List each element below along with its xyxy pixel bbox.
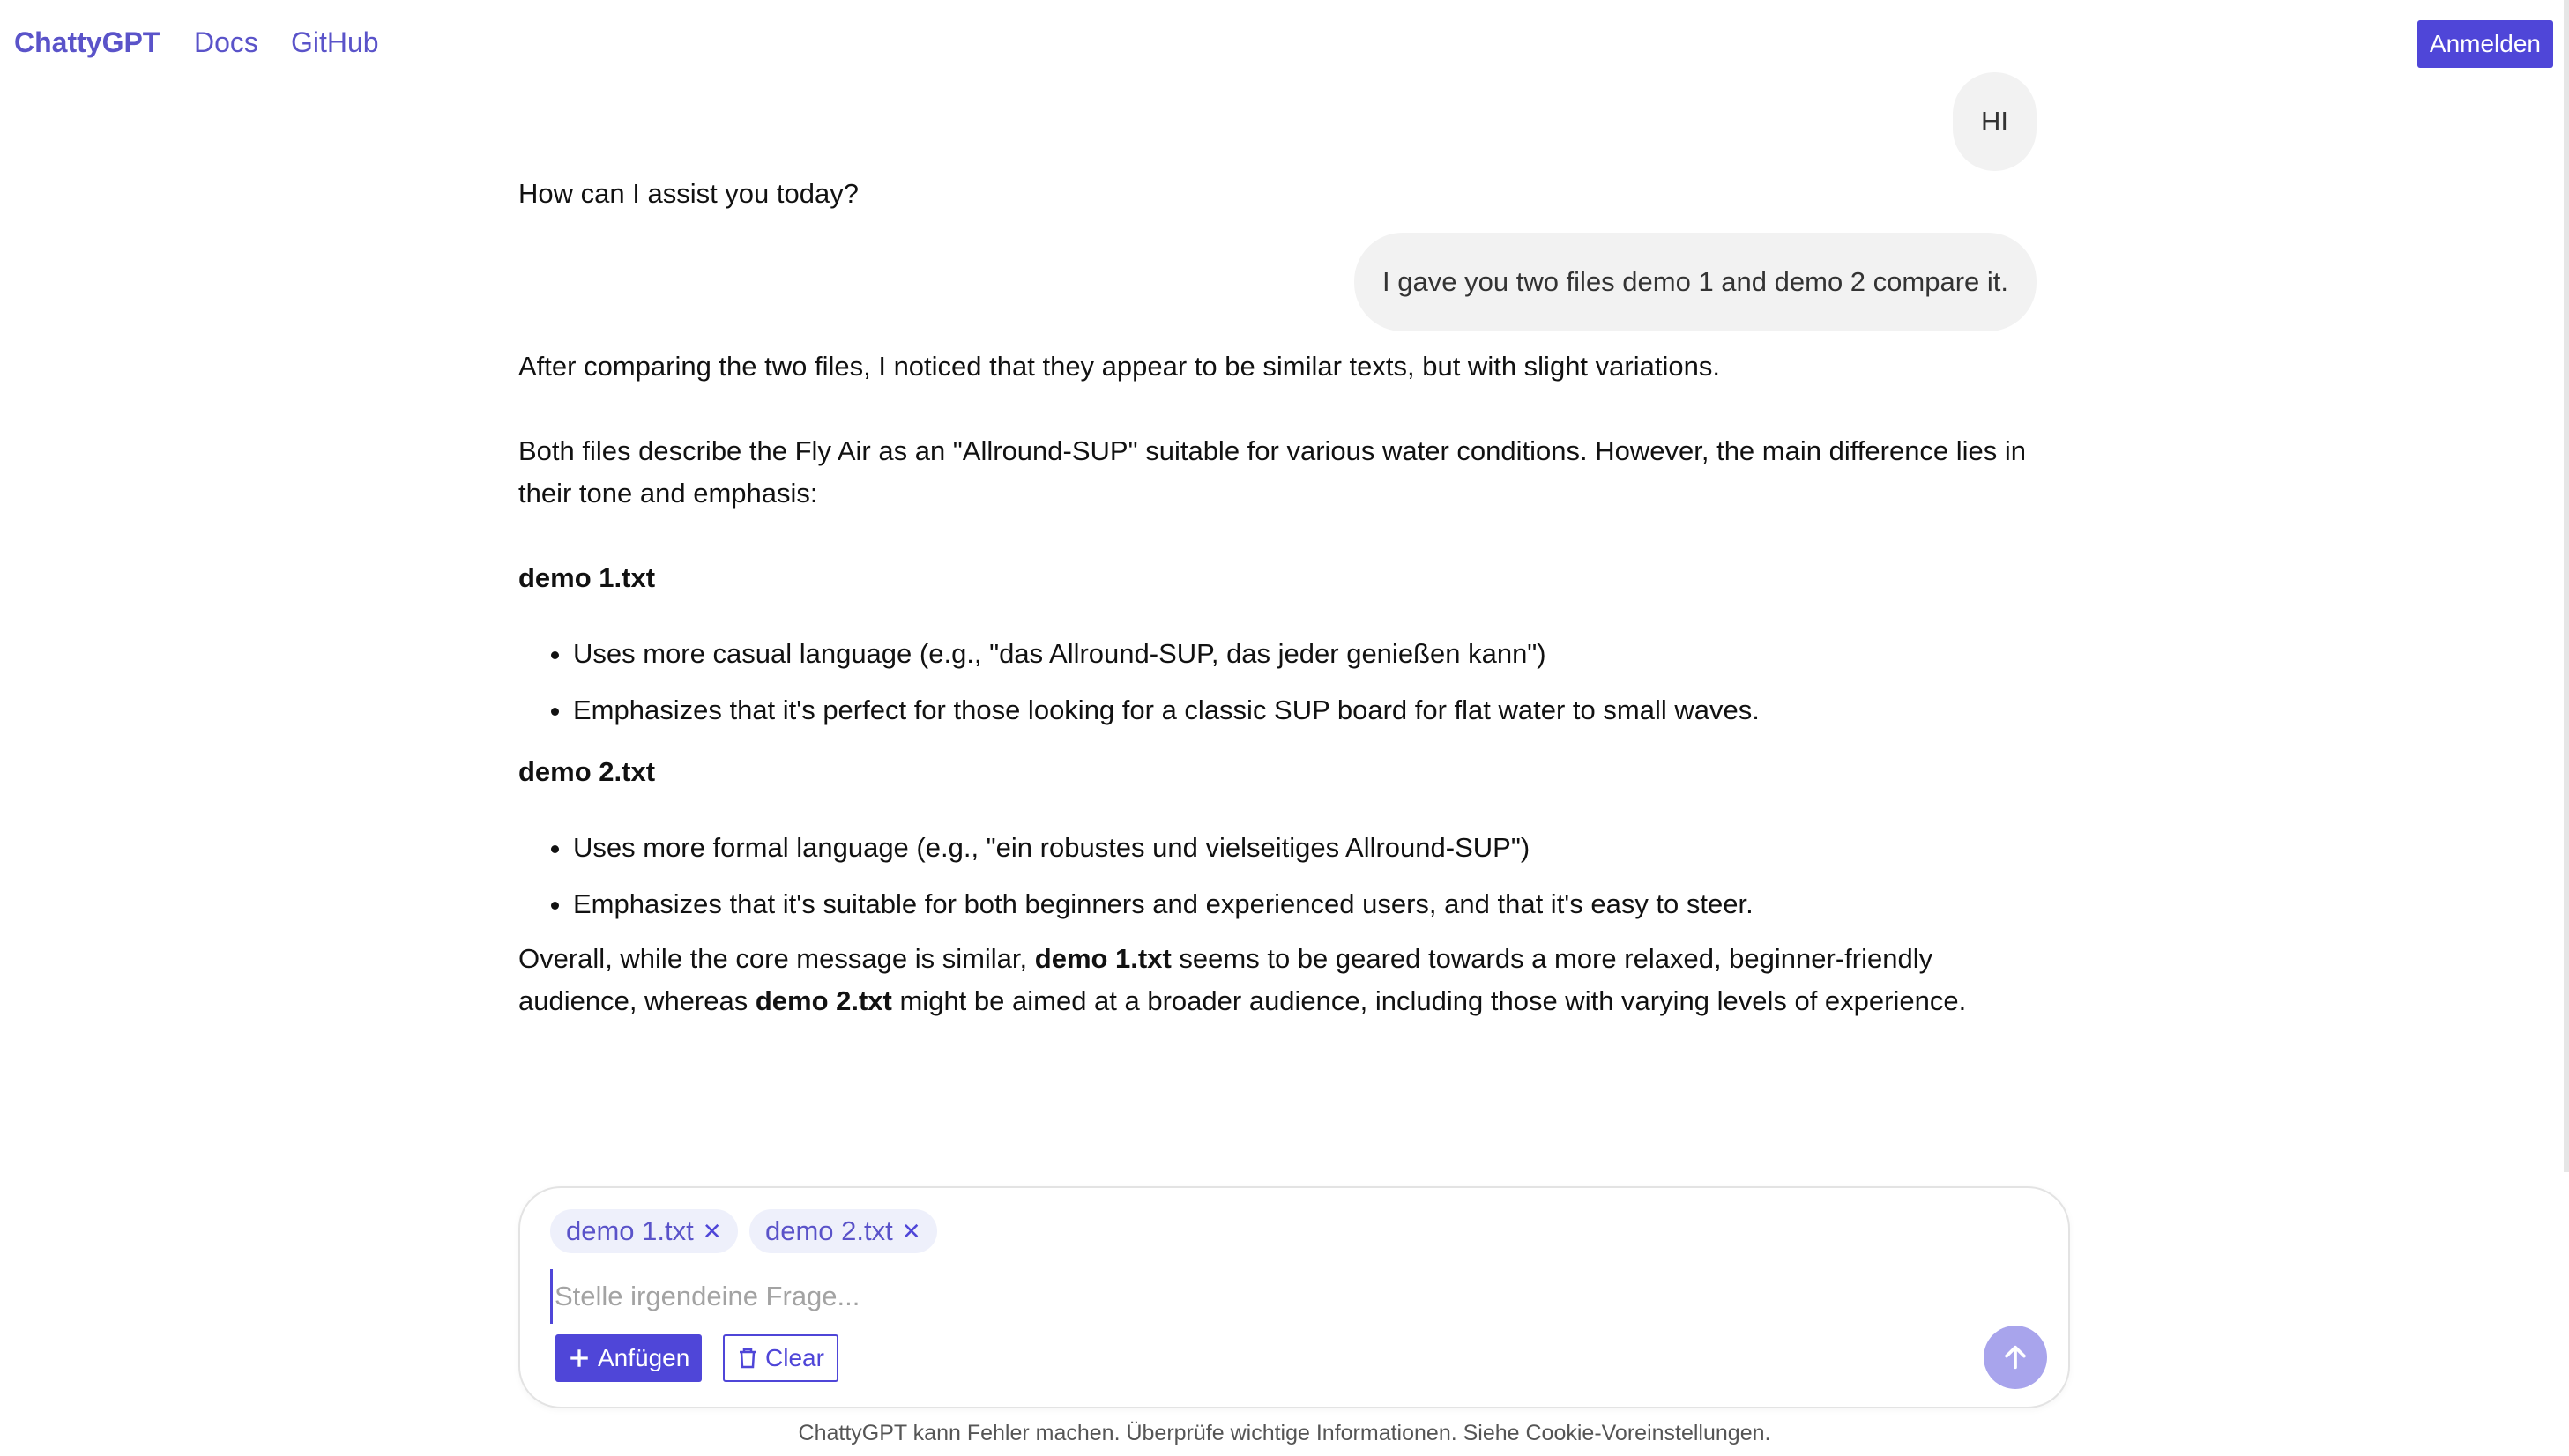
list-item: Emphasizes that it's suitable for both b… — [573, 883, 2049, 925]
close-icon[interactable]: ✕ — [703, 1209, 722, 1253]
conclusion-text: might be aimed at a broader audience, in… — [891, 985, 1967, 1016]
assistant-paragraph: Both files describe the Fly Air as an "A… — [518, 435, 2027, 509]
conclusion-bold: demo 2.txt — [755, 985, 892, 1016]
plus-icon — [570, 1349, 588, 1367]
trash-icon — [740, 1348, 756, 1369]
user-message: HI — [1953, 72, 2037, 171]
disclaimer-footer: ChattyGPT kann Fehler machen. Überprüfe … — [798, 1421, 1771, 1445]
assistant-message: After comparing the two files, I noticed… — [518, 345, 2049, 1022]
assistant-conclusion: Overall, while the core message is simil… — [518, 938, 2049, 1022]
attachment-chip: demo 2.txt ✕ — [749, 1209, 937, 1253]
list-item: Uses more casual language (e.g., "das Al… — [573, 633, 2049, 675]
assistant-message: How can I assist you today? — [518, 173, 2049, 215]
attach-button-label: Anfügen — [598, 1344, 690, 1371]
user-message: I gave you two files demo 1 and demo 2 c… — [1354, 233, 2037, 331]
assistant-paragraph: After comparing the two files, I noticed… — [518, 351, 1720, 382]
list-item: Emphasizes that it's perfect for those l… — [573, 689, 2049, 732]
clear-button[interactable]: Clear — [723, 1334, 838, 1382]
list-item: Uses more formal language (e.g., "ein ro… — [573, 827, 2049, 869]
chat-thread: HI How can I assist you today? I gave yo… — [518, 72, 2049, 1022]
close-icon[interactable]: ✕ — [902, 1209, 921, 1253]
attachment-name: demo 2.txt — [765, 1215, 893, 1246]
attachment-chip: demo 1.txt ✕ — [550, 1209, 738, 1253]
file-heading: demo 2.txt — [518, 756, 656, 787]
attachment-name: demo 1.txt — [566, 1215, 694, 1246]
attach-button[interactable]: Anfügen — [555, 1334, 703, 1382]
nav-link-docs[interactable]: Docs — [194, 26, 258, 59]
assistant-message-text: How can I assist you today? — [518, 178, 859, 209]
message-input[interactable] — [550, 1269, 1879, 1324]
clear-button-label: Clear — [765, 1344, 824, 1371]
bullet-list: Uses more formal language (e.g., "ein ro… — [518, 827, 2049, 925]
bullet-list: Uses more casual language (e.g., "das Al… — [518, 633, 2049, 732]
send-button[interactable] — [1984, 1326, 2047, 1389]
arrow-up-icon — [2005, 1345, 2026, 1370]
message-composer: demo 1.txt ✕ demo 2.txt ✕ Anfügen Clear — [518, 1186, 2070, 1408]
conclusion-bold: demo 1.txt — [1034, 943, 1172, 974]
brand-logo[interactable]: ChattyGPT — [14, 26, 160, 59]
scrollbar[interactable] — [2564, 0, 2569, 1172]
file-heading: demo 1.txt — [518, 562, 656, 593]
login-button[interactable]: Anmelden — [2416, 20, 2553, 68]
nav-link-github[interactable]: GitHub — [291, 26, 379, 59]
conclusion-text: Overall, while the core message is simil… — [518, 943, 1035, 974]
